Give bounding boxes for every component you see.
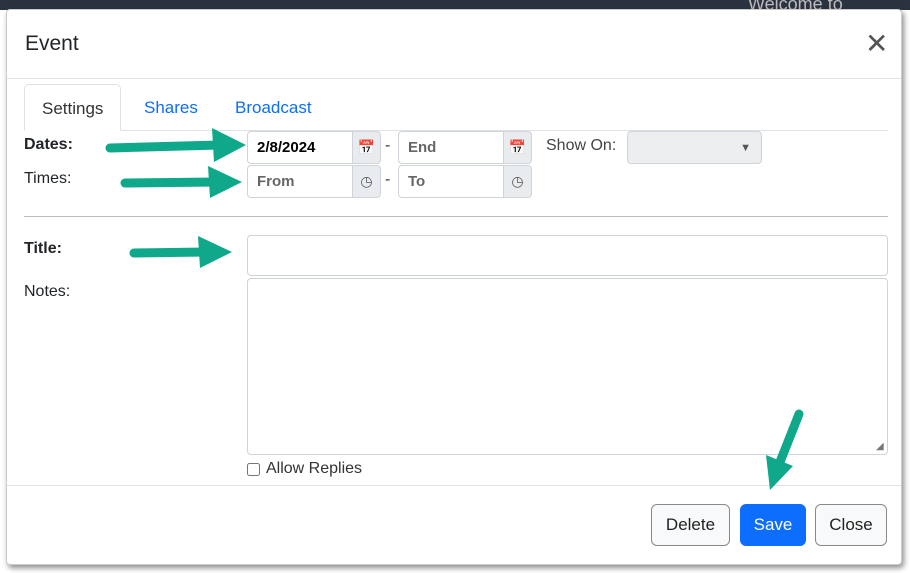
clock-icon[interactable]: ◷ [353,165,381,198]
to-time-input[interactable]: To [398,165,504,198]
clock-icon[interactable]: ◷ [504,165,532,198]
calendar-icon[interactable]: 📅 [353,131,381,164]
allow-replies-checkbox[interactable] [247,462,260,476]
allow-replies-field: Allow Replies [247,460,362,478]
end-date-input[interactable]: End [398,131,504,164]
date-separator: - [385,137,391,154]
allow-replies-label: Allow Replies [266,460,363,477]
delete-button[interactable]: Delete [651,504,730,546]
time-separator: - [385,171,391,188]
divider [7,78,901,79]
close-button[interactable]: Close [815,504,887,546]
resize-handle-icon[interactable]: ◢ [876,441,884,452]
start-date-input[interactable]: 2/8/2024 [247,131,353,164]
from-time-group: From ◷ [247,165,381,198]
footer-divider [7,485,901,486]
modal-title: Event [25,32,79,55]
show-on-label: Show On: [546,137,617,154]
divider [24,216,888,217]
title-input[interactable] [247,235,888,276]
from-time-input[interactable]: From [247,165,353,198]
show-on-select[interactable]: ▼ [627,131,762,164]
times-label: Times: [24,170,72,187]
event-modal: Event ✕ Settings Shares Broadcast Dates:… [6,9,902,565]
to-time-group: To ◷ [398,165,532,198]
chevron-down-icon: ▼ [740,141,751,154]
tab-broadcast[interactable]: Broadcast [218,84,329,131]
tab-settings[interactable]: Settings [24,84,122,131]
end-date-group: End 📅 [398,131,532,164]
title-label: Title: [24,240,62,257]
tab-shares[interactable]: Shares [127,84,215,131]
save-button[interactable]: Save [740,504,806,546]
notes-label: Notes: [24,283,71,300]
close-x-icon[interactable]: ✕ [865,30,888,58]
calendar-icon[interactable]: 📅 [504,131,532,164]
start-date-group: 2/8/2024 📅 [247,131,381,164]
dates-label: Dates: [24,136,73,153]
notes-textarea[interactable] [247,278,888,455]
